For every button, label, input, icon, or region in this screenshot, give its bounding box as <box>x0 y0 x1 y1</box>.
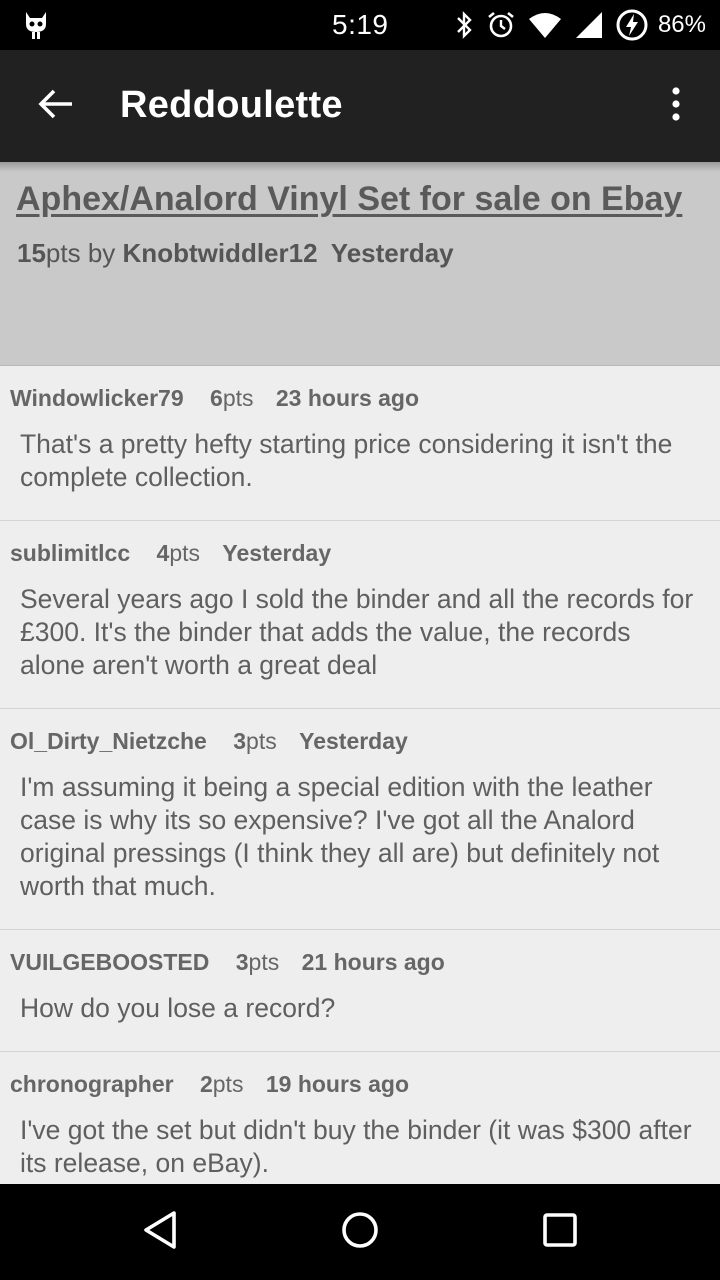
wifi-icon <box>528 11 562 39</box>
arrow-left-icon <box>38 88 74 125</box>
comment-points: 6pts <box>210 385 253 411</box>
status-bar: 5:19 86% <box>0 0 720 50</box>
comment[interactable]: chronographer 2pts 19 hours ago I've got… <box>0 1052 720 1184</box>
comment-body: Several years ago I sold the binder and … <box>20 584 694 680</box>
comment-points-label: pts <box>212 1071 244 1097</box>
android-icon <box>22 10 50 40</box>
comment-body: I'm assuming it being a special edition … <box>20 772 660 901</box>
post-header: Aphex/Analord Vinyl Set for sale on Ebay… <box>0 162 720 366</box>
comment-author[interactable]: VUILGEBOOSTED <box>10 949 209 975</box>
recents-square-icon <box>542 1212 578 1253</box>
status-time: 5:19 <box>332 9 389 40</box>
comment-time: Yesterday <box>299 728 408 754</box>
comment-meta: Windowlicker79 6pts 23 hours ago <box>10 384 710 412</box>
post-title-link[interactable]: Aphex/Analord Vinyl Set for sale on Ebay <box>16 180 682 219</box>
comment-points: 4pts <box>157 540 200 566</box>
bluetooth-icon <box>454 10 474 40</box>
alarm-icon <box>486 10 516 40</box>
status-icons: 86% <box>454 8 706 42</box>
post-time: Yesterday <box>330 238 454 268</box>
nav-recents-button[interactable] <box>530 1206 590 1258</box>
nav-back-button[interactable] <box>130 1206 190 1258</box>
comment-points-label: pts <box>169 540 201 566</box>
comment-meta: chronographer 2pts 19 hours ago <box>10 1070 710 1098</box>
comment-author[interactable]: chronographer <box>10 1071 174 1097</box>
comment-points-label: pts <box>248 949 280 975</box>
battery-percent: 86% <box>657 11 706 38</box>
comment-time: Yesterday <box>222 540 332 566</box>
comment-points-value: 4 <box>156 540 170 566</box>
signal-icon <box>574 10 604 40</box>
app-bar: Reddoulette <box>0 50 720 162</box>
navigation-bar <box>0 1184 720 1280</box>
comment-points-value: 3 <box>233 728 247 754</box>
comment-meta: Ol_Dirty_Nietzche 3pts Yesterday <box>10 727 710 755</box>
comment-meta: VUILGEBOOSTED 3pts 21 hours ago <box>10 948 710 976</box>
post-points-suffix: pts by <box>45 238 116 268</box>
comment-author[interactable]: Windowlicker79 <box>10 385 184 411</box>
comment-points: 3pts <box>236 949 279 975</box>
comment-list[interactable]: Windowlicker79 6pts 23 hours ago That's … <box>0 366 720 1184</box>
back-triangle-icon <box>140 1209 180 1256</box>
comment-author[interactable]: Ol_Dirty_Nietzche <box>10 728 207 754</box>
comment-body: That's a pretty hefty starting price con… <box>20 429 673 492</box>
comment-meta: sublimitlcc 4pts Yesterday <box>10 539 710 567</box>
home-circle-icon <box>340 1210 380 1255</box>
comment-time: 21 hours ago <box>301 949 445 975</box>
comment-points: 2pts <box>200 1071 243 1097</box>
comment-points-label: pts <box>222 385 254 411</box>
comment-body: How do you lose a record? <box>20 993 336 1023</box>
comment[interactable]: sublimitlcc 4pts Yesterday Several years… <box>0 521 720 709</box>
post-points: 15 <box>17 238 46 268</box>
back-button[interactable] <box>30 80 82 132</box>
comment-author[interactable]: sublimitlcc <box>10 540 130 566</box>
comment-time: 19 hours ago <box>265 1071 409 1097</box>
comment-time: 23 hours ago <box>275 385 420 411</box>
comment[interactable]: VUILGEBOOSTED 3pts 21 hours ago How do y… <box>0 930 720 1052</box>
nav-home-button[interactable] <box>330 1206 390 1258</box>
comment-points: 3pts <box>233 728 276 754</box>
comment-points-label: pts <box>246 728 277 754</box>
post-meta: 15pts by Knobtwiddler12 Yesterday <box>17 238 454 269</box>
more-vert-icon <box>671 86 681 126</box>
comment[interactable]: Windowlicker79 6pts 23 hours ago That's … <box>0 366 720 521</box>
post-author[interactable]: Knobtwiddler12 <box>123 238 318 268</box>
battery-charging-icon <box>616 9 648 41</box>
overflow-menu-button[interactable] <box>656 80 696 132</box>
comment-points-value: 3 <box>235 949 249 975</box>
comment-points-value: 2 <box>199 1071 213 1097</box>
app-title: Reddoulette <box>120 84 343 126</box>
comment[interactable]: Ol_Dirty_Nietzche 3pts Yesterday I'm ass… <box>0 709 720 930</box>
comment-body: I've got the set but didn't buy the bind… <box>20 1115 692 1178</box>
comment-points-value: 6 <box>210 385 223 411</box>
